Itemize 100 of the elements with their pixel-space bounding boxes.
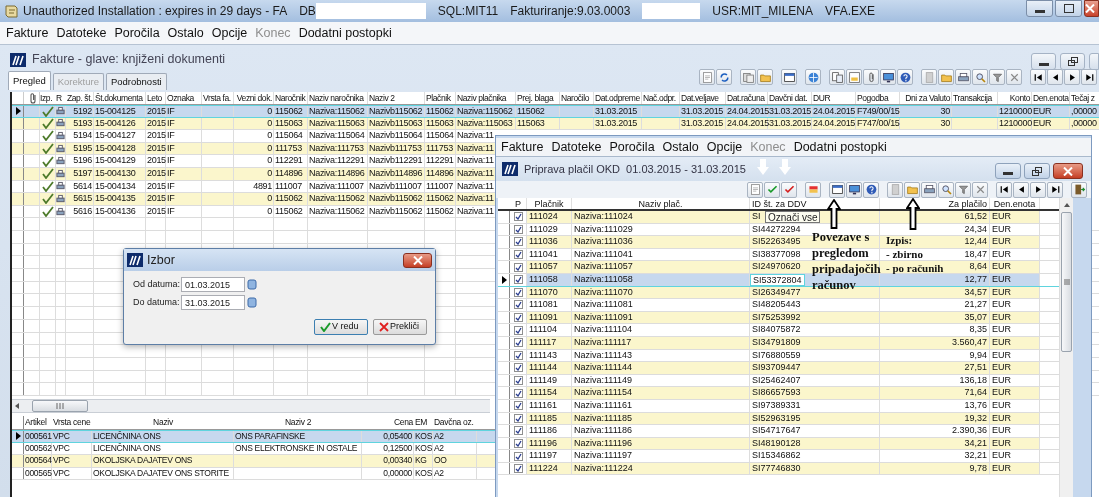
close-button[interactable] [1053,163,1083,179]
copy-button[interactable] [740,69,756,85]
checkbox[interactable] [513,401,523,411]
menu-item[interactable]: Poročila [605,137,659,157]
documents-button[interactable] [829,69,845,85]
checkbox[interactable] [513,363,523,373]
checkbox[interactable] [513,313,523,323]
date-field[interactable]: 31.03.2015 [181,295,245,310]
minimize-button[interactable] [995,163,1021,179]
first-button[interactable] [1030,69,1046,85]
search-button[interactable] [938,181,954,198]
check-button[interactable] [781,181,797,198]
folder-button[interactable] [938,69,954,85]
menu-item[interactable]: Opcije [207,23,252,43]
close-button[interactable] [1084,0,1099,17]
checkbox[interactable] [513,275,523,285]
checkbox[interactable] [513,250,523,260]
column-header[interactable]: Št.dokumenta [94,92,146,104]
column-header[interactable]: Dat.računa [726,92,768,104]
help-button[interactable] [897,69,913,85]
scrollbar-thumb[interactable] [32,399,88,412]
last-button[interactable] [1081,69,1097,85]
column-header[interactable]: Vrsta cene [52,415,92,429]
vertical-scrollbar[interactable] [1059,198,1073,497]
scrollbar-thumb[interactable] [1061,212,1072,352]
maximize-button[interactable] [1055,0,1082,17]
column-header[interactable]: Naročnik [274,92,308,104]
minimize-button[interactable] [1031,53,1056,70]
printer-button[interactable] [955,69,971,85]
horizontal-scrollbar[interactable] [12,398,490,413]
table-row[interactable]: 000564 VPC OKOLJSKA DAJATEV ONS 0,00340 KG OO [12,455,495,468]
column-header[interactable]: Plačnik [425,92,456,104]
checkbox[interactable] [513,413,523,423]
monitor-button[interactable] [880,69,896,85]
previous-button[interactable] [1013,181,1029,198]
column-header[interactable]: Vrsta fa. [202,92,234,104]
checkbox[interactable] [513,376,523,385]
checkbox[interactable] [513,439,523,448]
refresh-button[interactable] [716,69,732,85]
printer-button[interactable] [921,181,937,198]
first-button[interactable] [996,181,1012,198]
check-button[interactable] [764,181,780,198]
close-button[interactable] [403,252,432,268]
column-header[interactable]: Naziv plač. [572,198,750,209]
menu-item[interactable]: Ostalo [658,137,703,157]
column-header[interactable]: Den.enota [990,198,1040,209]
column-header[interactable]: Den.enota [1032,92,1070,104]
restore-button[interactable] [1060,53,1085,70]
column-header[interactable]: Naziv [92,415,234,429]
column-header[interactable]: Izp. [40,92,56,104]
date-field[interactable]: 01.03.2015 [181,277,245,292]
checkbox[interactable] [513,426,523,436]
previous-button[interactable] [1047,69,1063,85]
column-header[interactable]: DUR [812,92,856,104]
column-header[interactable]: Pogodba [856,92,900,104]
window-button[interactable] [829,181,845,198]
folder-button[interactable] [757,69,773,85]
column-header[interactable]: Naziv plačnika [456,92,516,104]
calendar-button[interactable] [247,278,258,291]
column-header[interactable]: Prej. blaga [516,92,560,104]
checkbox[interactable] [513,451,523,461]
column-header[interactable]: Dni za Valuto [900,92,952,104]
monitor-button[interactable] [846,181,862,198]
menu-item[interactable]: Dodatni postopki [789,137,891,157]
minimize-button[interactable] [1026,0,1053,17]
column-header[interactable]: Naročilo [560,92,594,104]
checkbox[interactable] [513,224,523,234]
column-header[interactable]: P [510,198,527,209]
column-header[interactable]: Oznaka [166,92,202,104]
document-button[interactable] [747,181,763,198]
menu-item[interactable]: Datoteke [547,137,606,157]
column-header[interactable]: Zap. št. [66,92,94,104]
table-row[interactable]: 5192 15-004125 2015IF 0 115062 Naziva:115062 Nazivb115062 115062 Naziva:115062 115062 31.03.2015 31.03.2015 24.04.201531.03.2015 24.04.2015 F749/00/15 30 1210000EUR ,00000 [12,105,1099,118]
menu-item[interactable]: Ostalo [163,23,208,43]
table-row[interactable]: 5615 15-004135 2015IF 0 115062 Naziva:115062 Nazivb115062 115062 Naziva:11 [12,193,495,206]
column-header[interactable]: Naziv naročnika [308,92,368,104]
ok-button[interactable]: V redu [314,319,368,335]
column-header[interactable]: Artikel [24,415,52,429]
filter-button[interactable] [989,69,1005,85]
table-row[interactable]: 5196 15-004129 2015IF 0 112291 Naziva:112291 Nazivb112291 112291 Naziva:11 [12,155,495,168]
column-header[interactable]: Dat.veljave [680,92,726,104]
search-button[interactable] [972,69,988,85]
next-button[interactable] [1030,181,1046,198]
menu-item[interactable]: Fakture [2,23,53,43]
checkbox[interactable] [513,325,523,335]
column-header[interactable]: Leto [146,92,166,104]
column-header[interactable]: Vezni dok. [234,92,274,104]
flag-button[interactable] [805,181,821,198]
tab[interactable]: Pregled [8,71,51,90]
list-button[interactable] [846,69,862,85]
restore-button[interactable] [1024,163,1050,179]
window-button[interactable] [781,69,797,85]
column-header[interactable]: Davčni dat. [768,92,812,104]
filter-button[interactable] [955,181,971,198]
column-header[interactable]: Cena [362,415,414,429]
table-row[interactable]: 5194 15-004127 2015IF 0 115064 Naziva:115064 Nazivb115064 115064 Naziva:11 [12,130,495,143]
exit-button[interactable] [1071,181,1087,198]
tab[interactable]: Podrobnosti [105,73,167,90]
menu-item[interactable]: Datoteke [52,23,111,43]
menu-item[interactable]: Dodatni postopki [294,23,396,43]
